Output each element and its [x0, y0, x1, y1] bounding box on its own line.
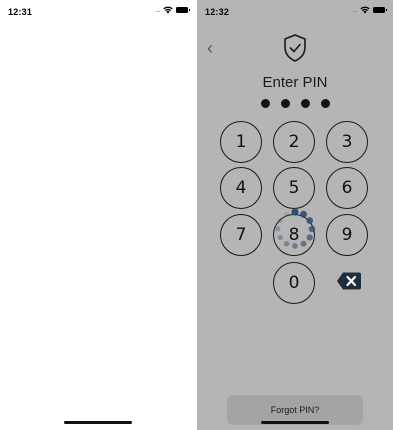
keypad-key-0[interactable]: 0 — [273, 262, 315, 304]
shield-check-icon — [284, 34, 306, 62]
pin-dots — [197, 99, 393, 108]
spinner-dot — [277, 234, 283, 241]
spinner-icon — [275, 208, 316, 249]
home-indicator[interactable] — [64, 421, 132, 424]
spinner-dot — [300, 210, 307, 218]
wifi-icon — [360, 6, 370, 14]
keypad-key-7[interactable]: 7 — [220, 214, 262, 256]
status-time: 12:32 — [205, 7, 230, 17]
keypad-key-2[interactable]: 2 — [273, 121, 315, 163]
keypad-key-6[interactable]: 6 — [326, 167, 368, 209]
page-title: Enter PIN — [262, 74, 328, 91]
pin-dot — [300, 99, 310, 108]
backspace-icon[interactable] — [336, 271, 362, 291]
home-indicator[interactable] — [261, 421, 329, 424]
signal-icon: ..... — [352, 6, 358, 14]
spinner-dot — [275, 226, 281, 232]
chevron-left-icon[interactable]: ‹ — [207, 39, 213, 57]
spinner-dot — [277, 218, 283, 223]
keypad-key-1[interactable]: 1 — [220, 121, 262, 163]
spinner-dot — [308, 225, 316, 233]
spinner-dot — [291, 208, 299, 216]
spinner-dot — [292, 243, 298, 249]
pin-dot — [320, 99, 330, 108]
pin-dot — [280, 99, 290, 108]
status-icons: ..... — [352, 6, 387, 14]
spinner-dot — [306, 217, 314, 224]
status-icons: ..... — [155, 6, 190, 14]
spinner-dot — [284, 212, 289, 217]
left-screen: 12:31 ..... — [0, 0, 196, 430]
signal-icon: ..... — [155, 6, 161, 14]
battery-icon — [373, 7, 387, 13]
spinner-dot — [306, 234, 313, 241]
spinner-dot — [300, 240, 307, 247]
keypad-key-3[interactable]: 3 — [326, 121, 368, 163]
keypad-key-9[interactable]: 9 — [326, 214, 368, 256]
keypad-key-5[interactable]: 5 — [273, 167, 315, 209]
keypad-key-4[interactable]: 4 — [220, 167, 262, 209]
wifi-icon — [163, 6, 173, 14]
pin-dot — [260, 99, 270, 108]
spinner-dot — [283, 240, 290, 247]
right-screen: 12:32 ..... ‹ Enter PIN 1 2 3 4 5 6 7 8 … — [197, 0, 393, 430]
battery-icon — [176, 7, 190, 13]
status-time: 12:31 — [8, 7, 33, 17]
